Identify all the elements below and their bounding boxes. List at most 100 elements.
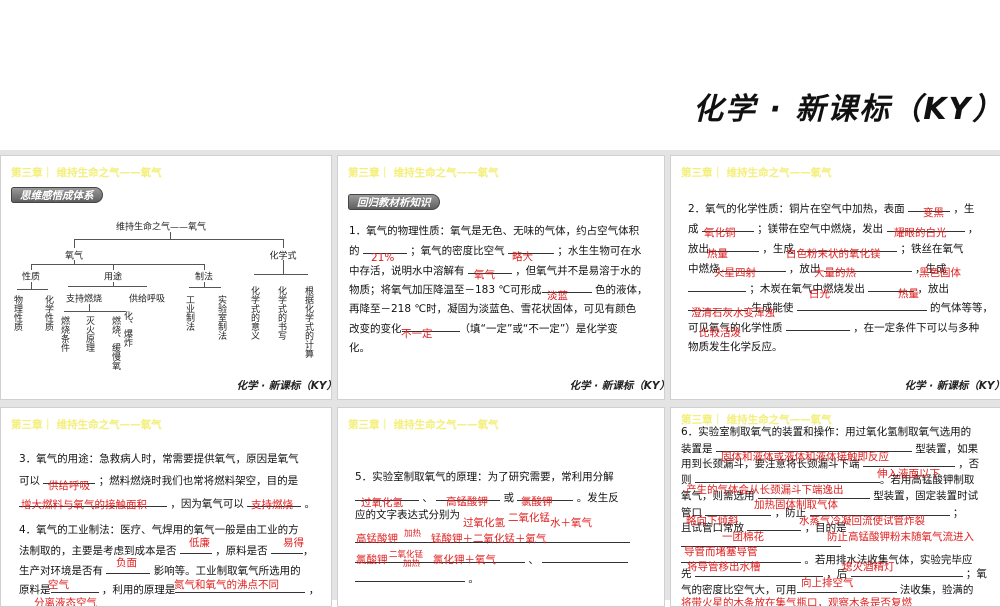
blank[interactable] bbox=[785, 320, 850, 331]
tree-line bbox=[74, 239, 283, 240]
text: 型装置，固定装置时试 bbox=[873, 490, 979, 502]
answer: 水＋氧气 bbox=[550, 517, 592, 529]
answer: 过氧化氢 bbox=[361, 497, 403, 509]
tree-line bbox=[74, 239, 75, 248]
answer: 高锰酸钾 bbox=[446, 496, 488, 508]
slide-thumbnail-2[interactable]: 第三章｜ 维持生命之气——氧气 回归教材析知识 1．氧气的物理性质：氧气是无色、… bbox=[337, 155, 665, 400]
answer: 将导管移出水槽 bbox=[687, 561, 761, 573]
text: 中存活，说明水中溶解有 bbox=[349, 265, 465, 277]
text: ，在一定条件下可以与多种 bbox=[853, 322, 980, 334]
text-line: 应的文字表达式分别为 bbox=[355, 508, 460, 522]
answer: 向上排空气 bbox=[801, 577, 854, 589]
answer: 负面 bbox=[116, 557, 137, 569]
answer: 淡蓝 bbox=[547, 290, 568, 302]
answer: 澄清石灰水变浑浊 bbox=[691, 307, 775, 319]
answer: 加热 bbox=[404, 529, 422, 539]
text: 的气体等等， bbox=[930, 302, 994, 314]
text-line: 4．氧气的工业制法：医疗、气焊用的氧气一般是由工业的方 bbox=[19, 523, 299, 537]
text: ；木炭在氧气中燃烧发出 bbox=[749, 283, 865, 295]
blank[interactable] bbox=[747, 520, 802, 531]
text: 。 bbox=[304, 498, 316, 510]
answer: 氮气和氧气的沸点不同 bbox=[174, 579, 279, 591]
answer: 过氧化氢 bbox=[463, 517, 505, 529]
answer: 支持燃烧 bbox=[251, 499, 293, 511]
tree-line bbox=[17, 289, 48, 290]
answer: 比较活泼 bbox=[699, 327, 741, 339]
text: 型装置，如果 bbox=[915, 443, 979, 455]
text: ； bbox=[952, 507, 964, 519]
text: ，放出 bbox=[917, 283, 950, 295]
answer: 略大 bbox=[512, 251, 533, 263]
tree-line bbox=[31, 282, 32, 289]
text-line: 3．氧气的用途：急救病人时，常需要提供氧气，原因是氧气 bbox=[19, 452, 299, 466]
slide-thumbnail-3[interactable]: 第三章｜ 维持生命之气——氧气 2．氧气的化学性质：铜片在空气中加热，表面 ，生… bbox=[670, 155, 1000, 400]
text: 1．氧气的物理性质：氧气是无色、无味的气体，约占空气体积 bbox=[349, 225, 640, 237]
text: ， bbox=[967, 223, 979, 235]
tree-node-industry: 工业制法 bbox=[184, 295, 194, 331]
text: 5．实验室制取氧气的原理：为了研究需要，常利用分解 bbox=[355, 471, 614, 483]
answer: 氯酸钾 bbox=[521, 496, 553, 508]
answer: 高锰酸钾 bbox=[356, 533, 398, 545]
text: ， bbox=[303, 545, 314, 557]
text: ；燃料燃烧时我们也常将燃料架空，目的是 bbox=[98, 475, 299, 487]
answer: 产生的气体会从长颈漏斗下端逸出 bbox=[686, 484, 844, 496]
answer: 氯酸钾 bbox=[356, 554, 388, 566]
answer: 防止高锰酸钾粉末随氧气流进入 bbox=[827, 531, 974, 543]
text-line: 改变的变化 （填“一定”或“不一定”）是化学变 bbox=[349, 321, 618, 336]
text: ；氧 bbox=[965, 568, 987, 580]
text-line: 法制取的，主要是考虑到成本是否 ，原料是否 ， bbox=[19, 543, 314, 558]
text: ，因为氧气可以 bbox=[170, 498, 244, 510]
text: 或 bbox=[503, 492, 515, 504]
answer: 21% bbox=[371, 252, 395, 264]
tree-node-slow-1: 燃烧、缓慢氧 bbox=[110, 316, 120, 370]
text-line: 物质发生化学反应。 bbox=[688, 340, 783, 354]
slide-footer: 化学 · 新课标（KY） bbox=[569, 380, 665, 392]
tree-node-condition: 燃烧条件 bbox=[59, 316, 69, 352]
text-line: 再降至－218 ℃时，凝固为淡蓝色、雪花状固体，可见有颜色 bbox=[349, 302, 636, 316]
text-line: 中存活，说明水中溶解有 ，但氧气并不是易溶于水的 bbox=[349, 263, 641, 278]
text: 影响等。工业制取氧气所选用的 bbox=[153, 565, 301, 577]
blank[interactable] bbox=[355, 571, 465, 582]
tree-node-lab: 实验室制法 bbox=[216, 295, 226, 340]
text: 化。 bbox=[349, 342, 370, 354]
slide-footer: 化学 · 新课标（KY） bbox=[904, 380, 1000, 392]
blank[interactable] bbox=[688, 281, 746, 292]
answer: 加热 bbox=[403, 559, 421, 569]
text: 、 bbox=[422, 492, 433, 504]
text: ，否 bbox=[958, 458, 980, 470]
blank[interactable] bbox=[542, 552, 629, 563]
tree-line bbox=[189, 287, 221, 288]
chapter-title: 第三章｜ 维持生命之气——氧气 bbox=[348, 167, 499, 179]
tree-node-physical: 物理性质 bbox=[12, 295, 22, 331]
blank[interactable] bbox=[694, 472, 880, 483]
answer: 黑色固体 bbox=[919, 267, 961, 279]
answer: 将带火星的木条放在集气瓶口，观察木条是否复燃 bbox=[681, 597, 912, 607]
text: 物质；将氧气加压降温至－183 ℃可形成 bbox=[349, 284, 542, 296]
text: 3．氧气的用途：急救病人时，常需要提供氧气，原因是氧气 bbox=[19, 453, 299, 465]
answer: 易得 bbox=[283, 537, 304, 549]
answer: 加热固体制取气体 bbox=[754, 499, 838, 511]
answer: 一团棉花 bbox=[722, 531, 764, 543]
answer: 氧化铜 bbox=[704, 227, 736, 239]
text: 。发生反 bbox=[576, 492, 619, 504]
tree-node-use: 用途 bbox=[103, 272, 123, 283]
tree-node-property: 性质 bbox=[21, 272, 41, 283]
answer: 氧气 bbox=[474, 269, 495, 281]
tree-line bbox=[283, 239, 284, 248]
text: 。 bbox=[468, 573, 479, 585]
text-line: 5．实验室制取氧气的原理：为了研究需要，常利用分解 bbox=[355, 470, 614, 484]
text-line: 6．实验室制取氧气的装置和操作：用过氧化氢制取氧气选用的 bbox=[681, 425, 971, 439]
slide-thumbnail-6[interactable]: 第三章｜ 维持生命之气——氧气 6．实验室制取氧气的装置和操作：用过氧化氢制取氧… bbox=[670, 407, 1000, 607]
text: 6．实验室制取氧气的装置和操作：用过氧化氢制取氧气选用的 bbox=[681, 426, 972, 438]
text: ；镁带在空气中燃烧，发出 bbox=[757, 223, 884, 235]
answer: 二氧化锰 bbox=[508, 512, 550, 524]
blank[interactable] bbox=[796, 300, 927, 311]
tree-line bbox=[283, 260, 284, 274]
text: 气的密度比空气大，可用 bbox=[681, 584, 797, 596]
text: 应的文字表达式分别为 bbox=[355, 509, 460, 521]
slide-thumbnail-1[interactable]: 第三章｜ 维持生命之气——氧气 思维感悟成体系 维持生命之气——氧气 氧气 化学… bbox=[0, 155, 332, 400]
answer: 白光 bbox=[809, 288, 830, 300]
slide-thumbnail-4[interactable]: 第三章｜ 维持生命之气——氧气 3．氧气的用途：急救病人时，常需要提供氧气，原因… bbox=[0, 407, 332, 607]
answer: 供给呼吸 bbox=[48, 480, 90, 492]
slide-thumbnail-5[interactable]: 第三章｜ 维持生命之气——氧气 5．实验室制取氧气的原理：为了研究需要，常利用分… bbox=[337, 407, 665, 607]
